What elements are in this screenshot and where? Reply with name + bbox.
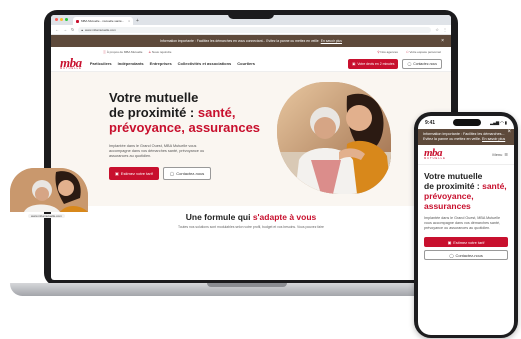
menu-item-entreprises[interactable]: Entreprises [150,61,172,66]
browser-toolbar: ← → ↻ 🔒︎ www.mbamutuelle.com ☆ ⋮ [51,25,451,35]
browser-tab[interactable]: MBA Mutuelle - mutuelle santé... × [73,17,133,25]
url-text: www.mbamutuelle.com [84,27,116,32]
menu-item-collectivites[interactable]: Collectivités et associations [178,61,232,66]
calculator-icon: ▣ [447,239,452,245]
phone-menu-button[interactable]: Menu ☰ [492,152,508,157]
chat-icon: ◯ [407,61,412,66]
reload-icon[interactable]: ↻ [71,27,74,32]
signal-wifi-battery-icon: ▂▄▆ ◠ ▮ [490,120,507,125]
menu-item-particuliers[interactable]: Particuliers [90,61,112,66]
device-mockup-stage: MBA Mutuelle - mutuelle santé... × + ← →… [0,0,521,339]
mba-logo[interactable]: mba MUTUELLE [60,56,82,71]
banner-close-icon[interactable]: × [441,38,444,44]
utility-link-account[interactable]: ⚇ Votre espace personnel [406,50,441,54]
calculator-icon: ▣ [115,171,119,176]
formula-section-title: Une formule qui s'adapte à vous [185,212,317,222]
phone-url-pill[interactable]: www.mbamutuelle.com [28,214,65,218]
address-bar[interactable]: 🔒︎ www.mbamutuelle.com [78,26,432,33]
laptop-opening-groove [207,283,287,287]
chat-icon: ◯ [169,171,175,176]
laptop-camera-notch [228,10,274,19]
favicon-icon [76,19,79,23]
window-controls [55,18,68,21]
status-time: 9:41 [425,119,436,126]
formula-section: Une formule qui s'adapte à vous Toutes n… [51,206,451,229]
utility-nav: ⓘ À propos de MBA Mutuelle ♙ Nous rejoin… [51,47,451,56]
bookmark-star-icon[interactable]: ☆ [435,27,439,32]
lock-icon: 🔒︎ [81,27,83,32]
calculator-icon: ▣ [352,61,356,66]
hero-section: Votre mutuelle de proximité : santé, pré… [51,72,451,206]
hero-photo-grandmother-and-daughter [277,82,391,194]
main-nav: mba MUTUELLE Particuliers Indépendants E… [51,56,451,72]
laptop-screen: MBA Mutuelle - mutuelle santé... × + ← →… [51,15,451,280]
phone-status-bar: 9:41 ▂▄▆ ◠ ▮ [418,116,514,129]
phone-logo-subtitle: MUTUELLE [424,157,446,161]
phone-hero-photo [10,168,88,212]
phone-contact-button[interactable]: ◯ Contactez-nous [424,250,508,260]
hamburger-icon: ☰ [504,152,508,157]
estimate-rate-button[interactable]: ▣ Estimez votre tarif [109,167,159,180]
phone-mba-logo[interactable]: mba MUTUELLE [424,148,446,161]
hero-title: Votre mutuelle de proximité : santé, pré… [109,90,261,135]
phone-screen: 9:41 ▂▄▆ ◠ ▮ Information importante : Fa… [418,116,514,335]
hero-description: Implantée dans le Grand Ouest, MBA Mutue… [109,144,205,158]
utility-link-about[interactable]: ⓘ À propos de MBA Mutuelle [103,50,142,54]
contact-button[interactable]: ◯ Contactez-nous [402,58,442,69]
minimize-window-icon[interactable] [60,18,63,21]
phone-info-banner: Information importante : Facilitez les d… [418,129,514,145]
maximize-window-icon[interactable] [65,18,68,21]
info-banner-link[interactable]: En savoir plus [321,39,342,43]
main-menu: Particuliers Indépendants Entreprises Co… [90,61,255,66]
hero-contact-button[interactable]: ◯ Contactez-nous [162,167,212,180]
back-arrow-icon[interactable]: ← [55,27,59,32]
new-tab-button[interactable]: + [136,17,139,25]
phone-hero-description: Implantée dans le Grand Ouest, MBA Mutue… [424,216,501,230]
close-window-icon[interactable] [55,18,58,21]
phone-nav: mba MUTUELLE Menu ☰ [418,145,514,165]
formula-section-subtitle: Toutes nos solutions sont modulables sel… [178,225,324,229]
phone-banner-link[interactable]: En savoir plus [482,137,505,141]
logo-subtitle: MUTUELLE [60,67,82,71]
browser-menu-icon[interactable]: ⋮ [443,27,447,32]
utility-link-agencies[interactable]: ⚲ Nos agences [377,50,398,54]
info-banner-text: Information importante : Facilitez les d… [160,39,319,43]
quote-button[interactable]: ▣ Votre devis en 2 minutes [348,58,399,69]
phone-hero-title: Votre mutuelle de proximité : santé, pré… [424,171,507,211]
forward-arrow-icon[interactable]: → [63,27,67,32]
tab-close-icon[interactable]: × [128,19,130,23]
phone-banner-close-icon[interactable]: × [507,129,511,135]
info-banner: Information importante : Facilitez les d… [51,35,451,47]
menu-item-independants[interactable]: Indépendants [118,61,144,66]
tab-title: MBA Mutuelle - mutuelle santé... [81,19,125,23]
dynamic-island [453,119,481,126]
phone-estimate-rate-button[interactable]: ▣ Estimez votre tarif [424,237,508,247]
utility-link-join[interactable]: ♙ Nous rejoindre [148,50,171,54]
menu-item-courtiers[interactable]: Courtiers [237,61,255,66]
chat-icon: ◯ [449,252,454,258]
